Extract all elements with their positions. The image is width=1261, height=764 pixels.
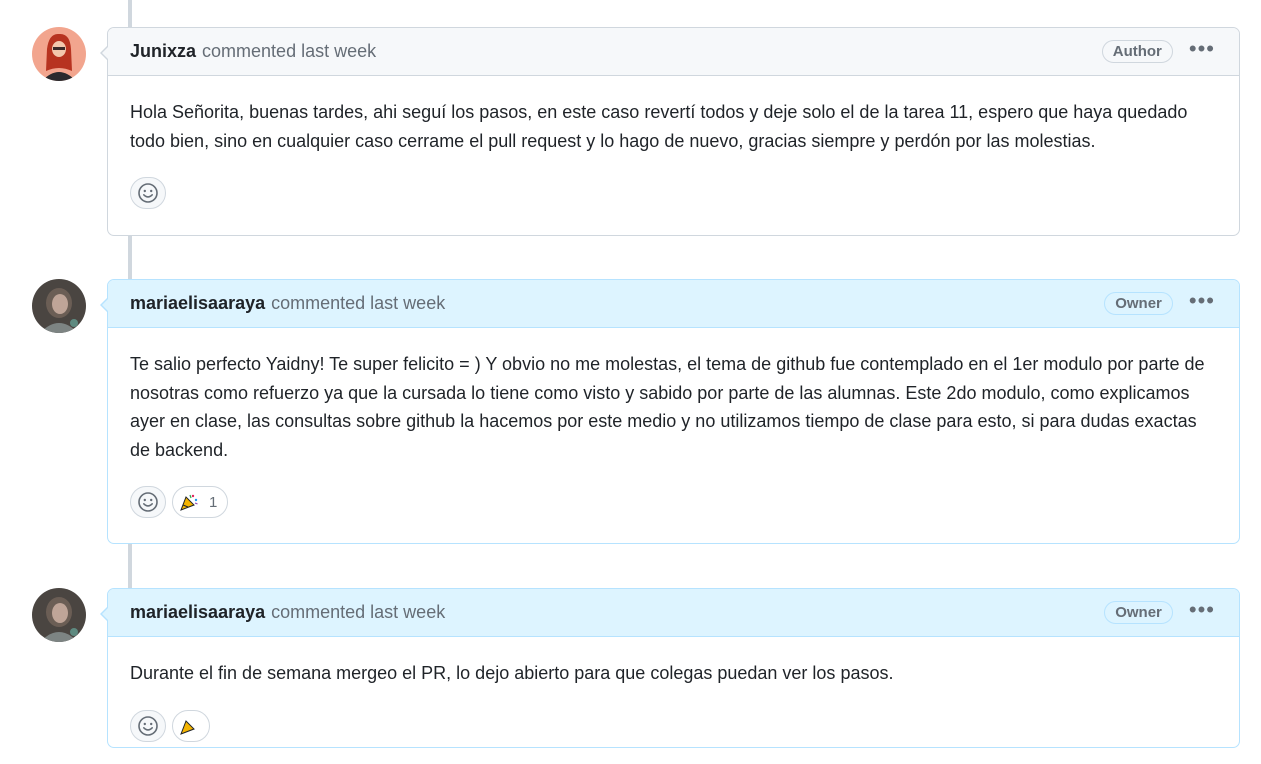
kebab-horizontal-icon[interactable]: ••• xyxy=(1187,37,1217,66)
smiley-icon xyxy=(138,492,158,512)
smiley-icon xyxy=(138,183,158,203)
comment-box: mariaelisaaraya commented last week Owne… xyxy=(100,279,1240,544)
tada-icon xyxy=(180,719,195,735)
kebab-horizontal-icon[interactable]: ••• xyxy=(1187,289,1217,318)
tada-icon xyxy=(180,494,198,511)
author-name[interactable]: mariaelisaaraya xyxy=(130,602,265,623)
smiley-icon xyxy=(138,715,158,736)
author-badge: Author xyxy=(1101,40,1173,63)
author-name[interactable]: Junixza xyxy=(130,41,196,62)
add-reaction-button[interactable] xyxy=(130,177,166,209)
comment-body: Hola Señorita, buenas tardes, ahi seguí … xyxy=(130,102,1188,151)
avatar-junixza[interactable] xyxy=(32,27,86,81)
tada-reaction-button[interactable]: 1 xyxy=(172,486,229,518)
kebab-horizontal-icon[interactable]: ••• xyxy=(1187,598,1217,627)
comment-body: Durante el fin de semana mergeo el PR, l… xyxy=(130,663,894,683)
comment-header: mariaelisaaraya commented last week Owne… xyxy=(108,280,1239,328)
tada-reaction-button[interactable] xyxy=(172,709,210,742)
author-name[interactable]: mariaelisaaraya xyxy=(130,293,265,314)
add-reaction-button[interactable] xyxy=(130,709,166,742)
reactions-bar xyxy=(108,688,1239,764)
avatar-mariaelisaaraya[interactable] xyxy=(32,588,86,642)
comment-header: mariaelisaaraya commented last week Owne… xyxy=(108,589,1239,637)
avatar-mariaelisaaraya[interactable] xyxy=(32,279,86,333)
owner-badge: Owner xyxy=(1104,292,1173,315)
comment-timestamp[interactable]: commented last week xyxy=(202,41,376,62)
reaction-count: 1 xyxy=(209,493,218,511)
comment-body: Te salio perfecto Yaidny! Te super felic… xyxy=(130,354,1205,460)
comment-header: Junixza commented last week Author ••• xyxy=(108,28,1239,76)
reactions-bar xyxy=(108,155,1239,231)
owner-badge: Owner xyxy=(1104,601,1173,624)
reactions-bar: 1 xyxy=(108,464,1239,540)
comment-box: Junixza commented last week Author ••• H… xyxy=(100,27,1240,236)
comment-timestamp[interactable]: commented last week xyxy=(271,293,445,314)
comment-timestamp[interactable]: commented last week xyxy=(271,602,445,623)
add-reaction-button[interactable] xyxy=(130,486,166,518)
comment-box: mariaelisaaraya commented last week Owne… xyxy=(100,588,1240,748)
